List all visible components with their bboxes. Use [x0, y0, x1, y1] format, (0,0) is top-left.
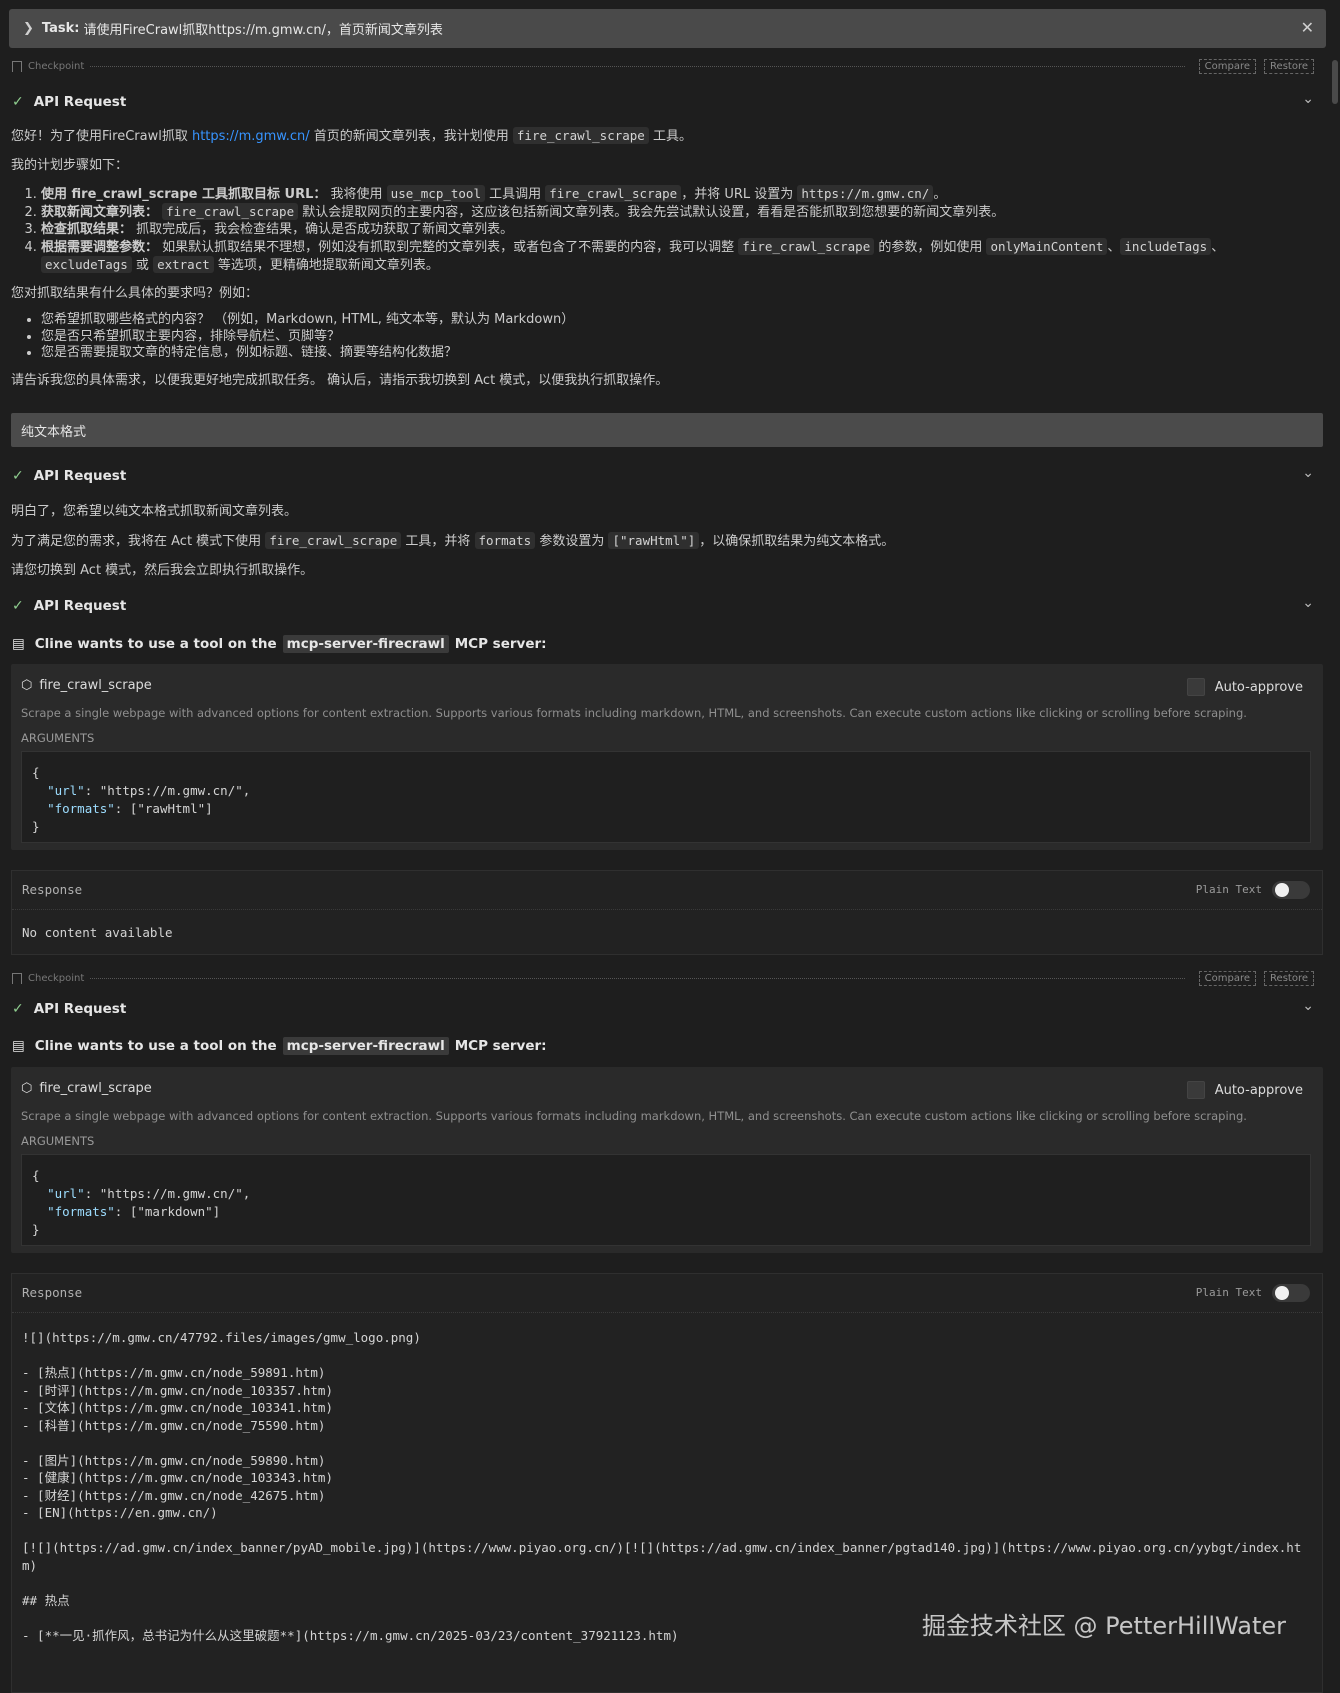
api-request-label: API Request	[33, 94, 127, 110]
user-message: 纯文本格式	[11, 413, 1323, 447]
bookmark-icon	[12, 972, 22, 984]
list-item: 使用 fire_crawl_scrape 工具抓取目标 URL： 我将使用 us…	[41, 185, 1311, 203]
end-text: 请告诉我您的具体需求，以便我更好地完成抓取任务。 确认后，请指示我切换到 Act…	[11, 372, 669, 388]
server-name: mcp-server-firecrawl	[282, 635, 449, 653]
text: Cline wants to use a tool on the	[34, 636, 277, 652]
list-item: 您是否只希望抓取主要内容，排除导航栏、页脚等？	[41, 329, 1311, 346]
server-icon: ▤	[12, 636, 25, 652]
text: 您好！为了使用FireCrawl抓取	[11, 129, 192, 144]
chat-panel: ❯ Task: 请使用FireCrawl抓取https://m.gmw.cn/，…	[0, 0, 1326, 1693]
auto-approve-checkbox[interactable]	[1186, 678, 1205, 696]
chevron-down-icon[interactable]: ⌄	[1302, 998, 1314, 1014]
url-link[interactable]: https://m.gmw.cn/	[192, 129, 310, 144]
server-icon: ▤	[12, 1038, 25, 1054]
api-request-label: API Request	[33, 598, 127, 614]
checkpoint-label: Checkpoint	[28, 60, 85, 72]
user-message-text: 纯文本格式	[21, 424, 87, 440]
chevron-down-icon[interactable]: ⌄	[1302, 465, 1314, 481]
divider	[90, 977, 1185, 979]
chevron-right-icon[interactable]: ❯	[23, 21, 34, 36]
watermark: 掘金技术社区 @ PetterHillWater	[921, 1612, 1286, 1640]
auto-approve-toggle[interactable]: Auto-approve	[1186, 678, 1303, 696]
text: MCP server:	[454, 1038, 547, 1054]
assistant-message: 您好！为了使用FireCrawl抓取 https://m.gmw.cn/ 首页的…	[11, 126, 1311, 391]
text: 请您切换到 Act 模式，然后我会立即执行抓取操作。	[11, 563, 314, 578]
api-request-label: API Request	[33, 468, 127, 484]
tool-name: ⬡ fire_crawl_scrape	[21, 678, 152, 693]
divider	[90, 65, 1185, 67]
restore-button[interactable]: Restore	[1264, 58, 1314, 74]
auto-approve-toggle[interactable]: Auto-approve	[1186, 1081, 1303, 1099]
plan-title: 我的计划步骤如下：	[11, 158, 129, 173]
task-header[interactable]: ❯ Task: 请使用FireCrawl抓取https://m.gmw.cn/，…	[9, 9, 1326, 48]
arguments-code: { "url": "https://m.gmw.cn/", "formats":…	[21, 751, 1311, 843]
auto-approve-label: Auto-approve	[1214, 679, 1303, 695]
cube-icon: ⬡	[21, 678, 33, 693]
response-label: Response	[22, 1285, 83, 1300]
list-item: 检查抓取结果： 抓取完成后，我会检查结果，确认是否成功获取了新闻文章列表。	[41, 221, 1311, 238]
task-label: Task:	[41, 21, 80, 36]
list-item: 根据需要调整参数： 如果默认抓取结果不理想，例如没有抓取到完整的文章列表，或者包…	[41, 238, 1311, 274]
close-icon[interactable]: ✕	[1301, 18, 1314, 37]
assistant-message: 明白了，您希望以纯文本格式抓取新闻文章列表。 为了满足您的需求，我将在 Act …	[11, 502, 1311, 581]
plain-text-toggle[interactable]	[1272, 881, 1310, 899]
mcp-request-line: ▤ Cline wants to use a tool on the mcp-s…	[12, 1035, 1314, 1057]
text: 明白了，您希望以纯文本格式抓取新闻文章列表。	[11, 504, 298, 519]
response-body: No content available	[22, 925, 173, 940]
inline-code: fire_crawl_scrape	[512, 127, 649, 144]
auto-approve-checkbox[interactable]	[1186, 1081, 1205, 1099]
scrollbar-thumb[interactable]	[1332, 60, 1338, 104]
plain-text-toggle[interactable]	[1272, 1284, 1310, 1302]
compare-button[interactable]: Compare	[1198, 58, 1257, 74]
compare-button[interactable]: Compare	[1198, 970, 1257, 986]
api-request-label: API Request	[33, 1001, 127, 1017]
check-icon: ✓	[12, 94, 24, 110]
text: 工具。	[648, 129, 692, 144]
arguments-label: ARGUMENTS	[21, 731, 95, 745]
server-name: mcp-server-firecrawl	[282, 1037, 449, 1055]
plan-steps: 使用 fire_crawl_scrape 工具抓取目标 URL： 我将使用 us…	[11, 185, 1311, 274]
plain-text-label: Plain Text	[1195, 1286, 1262, 1299]
tool-card: ⬡ fire_crawl_scrape Auto-approve Scrape …	[11, 664, 1323, 850]
plain-text-label: Plain Text	[1195, 883, 1262, 896]
response-header: Response Plain Text	[12, 871, 1322, 910]
response-header: Response Plain Text	[12, 1274, 1322, 1313]
tool-card: ⬡ fire_crawl_scrape Auto-approve Scrape …	[11, 1067, 1323, 1253]
api-request-header[interactable]: ✓ API Request ⌄	[12, 91, 1314, 113]
task-text: 请使用FireCrawl抓取https://m.gmw.cn/，首页新闻文章列表	[83, 23, 443, 38]
question-list: 您希望抓取哪些格式的内容？ （例如，Markdown, HTML, 纯文本等，默…	[11, 312, 1311, 362]
check-icon: ✓	[12, 468, 24, 484]
checkpoint-row: Checkpoint Compare Restore	[12, 970, 1314, 986]
ask-text: 您对抓取结果有什么具体的要求吗？例如：	[11, 286, 259, 301]
chevron-down-icon[interactable]: ⌄	[1302, 91, 1314, 107]
checkpoint-label: Checkpoint	[28, 972, 85, 984]
text: Cline wants to use a tool on the	[34, 1038, 277, 1054]
list-item: 您是否需要提取文章的特定信息，例如标题、链接、摘要等结构化数据？	[41, 345, 1311, 362]
text: 为了满足您的需求，我将在 Act 模式下使用 fire_crawl_scrape…	[11, 532, 895, 549]
api-request-header[interactable]: ✓ API Request ⌄	[12, 595, 1314, 617]
tool-name: ⬡ fire_crawl_scrape	[21, 1081, 152, 1096]
text: 首页的新闻文章列表，我计划使用	[309, 129, 513, 144]
restore-button[interactable]: Restore	[1264, 970, 1314, 986]
api-request-header[interactable]: ✓ API Request ⌄	[12, 998, 1314, 1020]
bookmark-icon	[12, 60, 22, 72]
list-item: 您希望抓取哪些格式的内容？ （例如，Markdown, HTML, 纯文本等，默…	[41, 312, 1311, 329]
tool-description: Scrape a single webpage with advanced op…	[21, 706, 1247, 720]
chevron-down-icon[interactable]: ⌄	[1302, 595, 1314, 611]
tool-description: Scrape a single webpage with advanced op…	[21, 1109, 1247, 1123]
api-request-header[interactable]: ✓ API Request ⌄	[12, 465, 1314, 487]
response-panel: Response Plain Text No content available	[11, 870, 1323, 955]
list-item: 获取新闻文章列表： fire_crawl_scrape 默认会提取网页的主要内容…	[41, 203, 1311, 221]
arguments-code: { "url": "https://m.gmw.cn/", "formats":…	[21, 1154, 1311, 1246]
checkpoint-row: Checkpoint Compare Restore	[12, 58, 1314, 74]
scrollbar[interactable]	[1330, 56, 1340, 1680]
check-icon: ✓	[12, 598, 24, 614]
response-label: Response	[22, 882, 83, 897]
check-icon: ✓	[12, 1001, 24, 1017]
arguments-label: ARGUMENTS	[21, 1134, 95, 1148]
auto-approve-label: Auto-approve	[1214, 1082, 1303, 1098]
mcp-request-line: ▤ Cline wants to use a tool on the mcp-s…	[12, 633, 1314, 655]
cube-icon: ⬡	[21, 1081, 33, 1096]
text: MCP server:	[454, 636, 547, 652]
